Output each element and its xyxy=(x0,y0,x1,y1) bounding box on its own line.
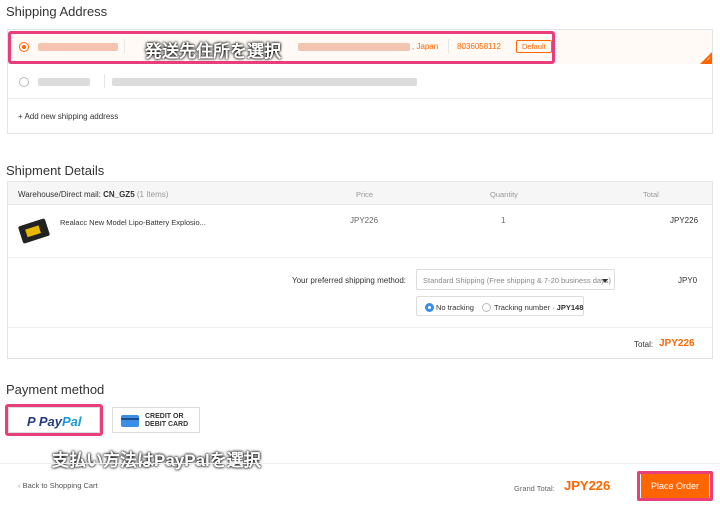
warehouse-code: CN_GZ5 xyxy=(103,190,135,199)
warehouse-info: Warehouse/Direct mail: CN_GZ5 (1 Items) xyxy=(18,190,168,199)
tracking-number-option[interactable]: Tracking number · JPY148 xyxy=(494,303,583,312)
card-label-line2: DEBIT CARD xyxy=(145,421,189,428)
payment-method-title: Payment method xyxy=(6,382,105,397)
shipment-details-title: Shipment Details xyxy=(6,163,105,178)
tracking-number-radio[interactable] xyxy=(482,303,491,312)
divider xyxy=(104,74,105,88)
total-value: JPY226 xyxy=(659,338,695,349)
shipping-method-value: Standard Shipping (Free shipping & 7-20 … xyxy=(423,276,612,285)
place-order-button[interactable]: Place Order xyxy=(641,474,709,498)
grand-total-value: JPY226 xyxy=(564,478,611,493)
footer-divider xyxy=(0,463,720,464)
credit-card-icon xyxy=(121,415,139,427)
tracking-number-label: Tracking number xyxy=(494,303,550,312)
product-label xyxy=(25,225,41,238)
product-name[interactable]: Realacc New Model Lipo-Battery Explosio.… xyxy=(60,218,206,227)
item-total: JPY226 xyxy=(670,216,699,225)
shipping-address-title: Shipping Address xyxy=(6,4,108,19)
divider xyxy=(8,257,712,258)
no-tracking-radio[interactable] xyxy=(425,303,434,312)
tracking-price: JPY148 xyxy=(556,303,584,312)
back-to-cart-link[interactable]: ‹ Back to Shopping Cart xyxy=(18,481,98,490)
check-icon: ✓ xyxy=(705,57,711,63)
address-annotation: 発送先住所を選択 xyxy=(145,42,281,61)
address-option[interactable] xyxy=(8,66,712,98)
price-header: Price xyxy=(356,190,374,199)
shipping-method-select[interactable]: Standard Shipping (Free shipping & 7-20 … xyxy=(416,269,615,290)
address-radio[interactable] xyxy=(19,77,29,87)
card-option[interactable]: CREDIT OR DEBIT CARD xyxy=(112,407,200,433)
card-label-line1: CREDIT OR xyxy=(145,413,184,420)
address-highlight-box xyxy=(8,31,555,64)
shipping-method-label: Your preferred shipping method: xyxy=(292,276,406,285)
quantity-header: Quantity xyxy=(490,190,518,199)
divider xyxy=(8,98,712,99)
card-label: CREDIT OR DEBIT CARD xyxy=(145,413,188,429)
total-header: Total xyxy=(643,190,659,199)
back-to-cart-label: Back to Shopping Cart xyxy=(22,481,98,490)
warehouse-label: Warehouse/Direct mail: xyxy=(18,190,101,199)
shipping-cost: JPY0 xyxy=(678,276,698,285)
items-count: (1 Items) xyxy=(136,190,169,199)
chevron-left-icon: ‹ xyxy=(18,481,21,490)
divider xyxy=(8,327,712,328)
item-price: JPY226 xyxy=(350,216,379,225)
no-tracking-label[interactable]: No tracking xyxy=(436,303,474,312)
total-label: Total: xyxy=(634,340,654,349)
payment-annotation: 支払い方法はPayPalを選択 xyxy=(52,451,261,470)
grand-total-label: Grand Total: xyxy=(514,484,555,493)
item-quantity: 1 xyxy=(501,216,506,225)
paypal-highlight-box xyxy=(5,404,103,436)
address-blurred xyxy=(112,78,417,86)
chevron-down-icon xyxy=(602,279,608,283)
tracking-options: No tracking Tracking number · JPY148 xyxy=(416,296,584,316)
recipient-name-blurred xyxy=(38,78,90,86)
add-address-link[interactable]: + Add new shipping address xyxy=(18,112,118,121)
